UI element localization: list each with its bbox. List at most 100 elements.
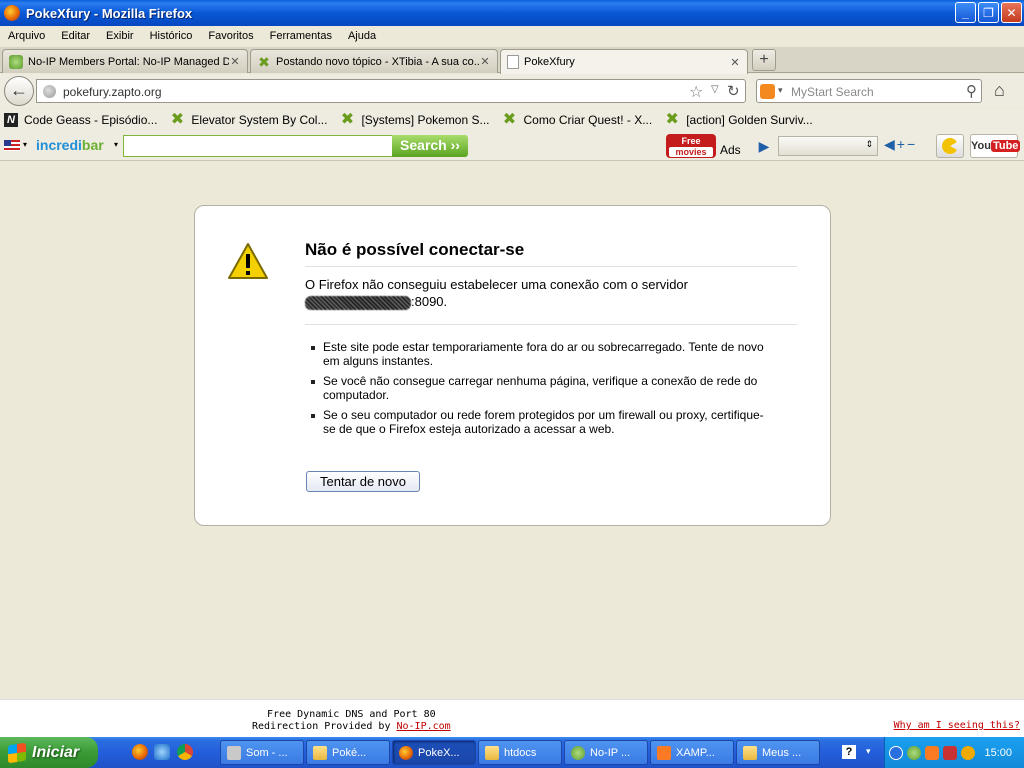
bookmark-item[interactable]: N Code Geass - Episódio... — [0, 113, 157, 127]
taskbar-item-label: Som - ... — [246, 746, 288, 759]
taskbar-item[interactable]: XAMP... — [650, 740, 734, 765]
taskbar-item[interactable]: Poké... — [306, 740, 390, 765]
magnifier-icon[interactable]: ⚲ — [966, 82, 977, 100]
bookmark-item[interactable]: ✖ Como Criar Quest! - X... — [498, 112, 653, 128]
noip-link[interactable]: No-IP.com — [397, 721, 451, 732]
tab-bar: No-IP Members Portal: No-IP Managed D...… — [0, 47, 1024, 74]
retry-button[interactable]: Tentar de novo — [306, 471, 420, 492]
incredibar-search-button[interactable]: Search ›› — [392, 135, 468, 157]
taskbar-item-label: No-IP ... — [590, 746, 631, 759]
taskbar-item[interactable]: htdocs — [478, 740, 562, 765]
taskbar-item-label: htdocs — [504, 746, 537, 759]
list-item: Se o seu computador ou rede forem proteg… — [305, 408, 775, 436]
new-tab-button[interactable]: + — [752, 49, 776, 71]
messenger-quicklaunch-icon[interactable] — [154, 744, 170, 760]
folder-icon — [313, 745, 327, 760]
history-dropdown-icon[interactable]: ▽ — [711, 84, 719, 95]
menu-arquivo[interactable]: Arquivo — [0, 30, 53, 42]
taskbar-item[interactable]: Som - ... — [220, 740, 304, 765]
radio-player-select[interactable]: ⇕ — [778, 136, 878, 156]
error-port-text: :8090. — [411, 294, 448, 309]
why-am-i-seeing-this-link[interactable]: Why am I seeing this? — [894, 720, 1020, 731]
menu-editar[interactable]: Editar — [53, 30, 98, 42]
play-icon[interactable]: ▶ — [752, 135, 776, 157]
home-icon[interactable]: ⌂ — [994, 80, 1005, 101]
menu-exibir[interactable]: Exibir — [98, 30, 142, 42]
folder-icon — [485, 745, 499, 760]
menu-favoritos[interactable]: Favoritos — [200, 30, 261, 42]
taskbar-item-active[interactable]: PokeX... — [392, 740, 476, 765]
start-button[interactable]: Iniciar — [0, 737, 98, 768]
xampp-tray-icon[interactable] — [925, 745, 939, 760]
error-suggestions-list: Este site pode estar temporariamente for… — [305, 340, 775, 442]
xtibia-icon: ✖ — [340, 111, 355, 128]
search-bar[interactable]: ▾ MyStart Search ⚲ — [756, 79, 982, 103]
tab-label: No-IP Members Portal: No-IP Managed D... — [28, 55, 229, 68]
xtibia-icon: ✖ — [665, 111, 679, 128]
search-engine-icon[interactable] — [760, 84, 775, 99]
menu-ferramentas[interactable]: Ferramentas — [262, 30, 340, 42]
noip-footer-line2-text: Redirection Provided by — [252, 721, 397, 732]
url-text[interactable]: pokefury.zapto.org — [63, 85, 162, 99]
speaker-icon — [227, 745, 241, 760]
noip-tray-icon[interactable] — [907, 745, 921, 760]
bookmark-item[interactable]: ✖ Elevator System By Col... — [165, 112, 328, 128]
list-item: Se você não consegue carregar nenhuma pá… — [305, 374, 775, 402]
search-engine-dropdown-icon[interactable]: ▾ — [778, 85, 783, 96]
incredibar-search-input[interactable] — [123, 135, 393, 157]
reload-icon[interactable]: ↻ — [727, 82, 740, 100]
help-icon[interactable]: ? — [842, 745, 856, 759]
start-label: Iniciar — [32, 743, 80, 761]
tray-expand-icon[interactable] — [889, 745, 903, 760]
update-tray-icon[interactable] — [961, 745, 975, 760]
incredibar-dropdown-icon[interactable]: ▾ — [114, 140, 118, 149]
bookmark-item[interactable]: ✖ [Systems] Pokemon S... — [335, 111, 490, 128]
clock: 15:00 — [984, 746, 1012, 759]
menu-historico[interactable]: Histórico — [142, 30, 201, 42]
taskbar-item-label: Meus ... — [762, 746, 802, 759]
tray-dropdown-icon[interactable]: ▾ — [866, 746, 871, 757]
tab-close-icon[interactable]: ✕ — [479, 55, 491, 68]
free-movies-button[interactable]: Free movies — [666, 134, 716, 158]
bookmark-star-icon[interactable]: ☆ — [689, 82, 703, 102]
minimize-button[interactable]: _ — [955, 2, 976, 23]
n-icon: N — [4, 113, 18, 127]
us-flag-icon[interactable] — [4, 140, 20, 151]
close-button[interactable]: ✕ — [1001, 2, 1022, 23]
youtube-button[interactable]: You Tube — [970, 134, 1021, 158]
search-placeholder[interactable]: MyStart Search — [791, 85, 874, 99]
tab-noip[interactable]: No-IP Members Portal: No-IP Managed D...… — [2, 49, 248, 73]
incredibar-logo-b: bar — [81, 137, 104, 153]
bookmark-item[interactable]: ✖ [action] Golden Surviv... — [660, 112, 813, 128]
noip-icon — [9, 54, 23, 69]
maximize-button[interactable]: ❐ — [978, 2, 999, 23]
back-button[interactable]: ← — [4, 76, 34, 106]
security-tray-icon[interactable] — [943, 745, 957, 760]
window-title: PokeXfury - Mozilla Firefox — [26, 5, 193, 21]
url-bar[interactable]: pokefury.zapto.org ☆ ▽ ↻ — [36, 79, 746, 103]
window-titlebar[interactable]: PokeXfury - Mozilla Firefox _ ❐ ✕ — [0, 0, 1024, 26]
incredibar-logo-a: incredi — [36, 137, 82, 153]
tab-label: PokeXfury — [524, 56, 575, 68]
tab-xtibia[interactable]: ✖ Postando novo tópico - XTibia - A sua … — [250, 49, 498, 73]
chrome-quicklaunch-icon[interactable] — [177, 744, 193, 760]
player-dropdown-icon[interactable]: ⇕ — [865, 139, 873, 150]
xtibia-icon: ✖ — [258, 53, 270, 70]
language-dropdown-icon[interactable]: ▾ — [23, 140, 27, 149]
menu-ajuda[interactable]: Ajuda — [340, 30, 384, 42]
firefox-icon — [399, 745, 413, 760]
taskbar: Iniciar Som - ... Poké... PokeX... htdoc… — [0, 737, 1024, 768]
firefox-quicklaunch-icon[interactable] — [132, 744, 148, 760]
youtube-logo-a: You — [971, 140, 991, 152]
pacman-game-icon[interactable] — [936, 134, 964, 158]
error-description-text: O Firefox não conseguiu estabelecer uma … — [305, 277, 688, 292]
list-item: Este site pode estar temporariamente for… — [305, 340, 775, 368]
incredibar-logo[interactable]: incredibar — [36, 137, 104, 153]
taskbar-item[interactable]: No-IP ... — [564, 740, 648, 765]
taskbar-item[interactable]: Meus ... — [736, 740, 820, 765]
tab-close-icon[interactable]: ✕ — [729, 56, 741, 69]
tab-close-icon[interactable]: ✕ — [229, 55, 241, 68]
tab-pokexfury[interactable]: PokeXfury ✕ — [500, 49, 748, 74]
bookmark-label: Como Criar Quest! - X... — [523, 113, 653, 127]
volume-controls-icon[interactable]: ◀+− — [884, 136, 917, 153]
